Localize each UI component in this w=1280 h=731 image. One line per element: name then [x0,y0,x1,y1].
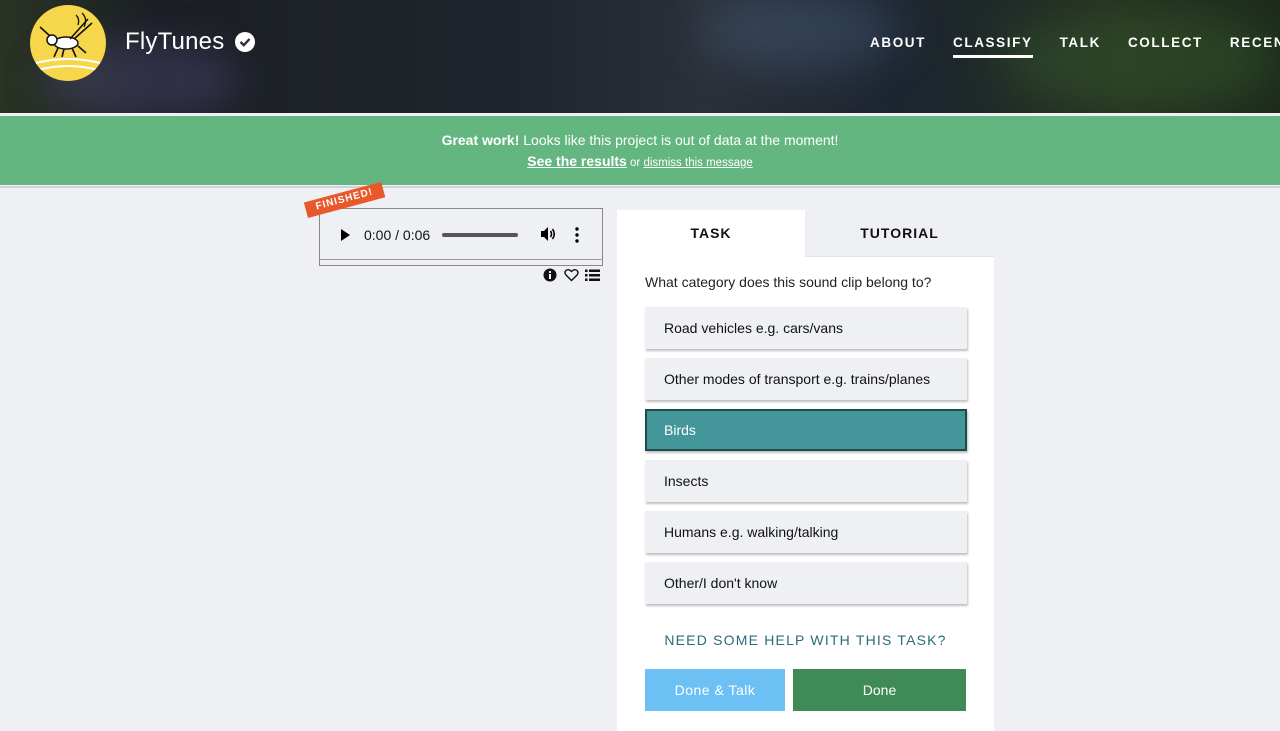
tab-task[interactable]: TASK [617,210,805,257]
heart-icon[interactable] [564,267,579,282]
list-icon[interactable] [585,267,600,282]
answer-other-transport[interactable]: Other modes of transport e.g. trains/pla… [645,358,967,400]
audio-player: 0:00 / 0:06 [320,209,602,260]
play-icon[interactable] [341,229,350,241]
audio-progress-slider[interactable] [442,233,518,237]
banner-links: See the results or dismiss this message [0,153,1280,169]
see-results-link[interactable]: See the results [527,153,627,169]
banner-or: or [626,157,644,169]
banner-divider [0,186,1280,188]
answer-insects[interactable]: Insects [645,460,967,502]
audio-time: 0:00 / 0:06 [364,227,431,243]
nav-recents[interactable]: RECENTS [1230,35,1280,58]
verified-icon [235,32,255,52]
project-logo[interactable] [30,5,106,81]
subject-viewer: 0:00 / 0:06 [319,208,603,266]
out-of-data-banner: Great work! Looks like this project is o… [0,116,1280,185]
dismiss-message-link[interactable]: dismiss this message [643,157,752,169]
more-options-icon[interactable] [575,227,579,243]
banner-text: Looks like this project is out of data a… [519,132,839,148]
answer-road-vehicles[interactable]: Road vehicles e.g. cars/vans [645,307,967,349]
answer-other[interactable]: Other/I don't know [645,562,967,604]
subject-actions [543,267,600,282]
answer-birds[interactable]: Birds [645,409,967,451]
brand-name[interactable]: FlyTunes [125,28,224,56]
done-button[interactable]: Done [793,669,966,711]
task-question: What category does this sound clip belon… [645,274,932,290]
banner-bold: Great work! [441,132,520,148]
nav-about[interactable]: ABOUT [870,35,926,58]
nav-collect[interactable]: COLLECT [1128,35,1203,58]
main-nav: ABOUT CLASSIFY TALK COLLECT RECENTS [870,35,1280,58]
nav-classify[interactable]: CLASSIFY [953,35,1033,58]
done-and-talk-button[interactable]: Done & Talk [645,669,785,711]
tab-tutorial[interactable]: TUTORIAL [805,210,994,257]
task-panel: TASK TUTORIAL What category does this so… [617,210,994,731]
info-icon[interactable] [543,267,558,282]
nav-talk[interactable]: TALK [1060,35,1101,58]
volume-icon[interactable] [539,225,557,243]
site-header: FlyTunes ABOUT CLASSIFY TALK COLLECT REC… [0,0,1280,113]
banner-message: Great work! Looks like this project is o… [0,132,1280,148]
answer-humans[interactable]: Humans e.g. walking/talking [645,511,967,553]
help-link[interactable]: NEED SOME HELP WITH THIS TASK? [617,632,994,648]
